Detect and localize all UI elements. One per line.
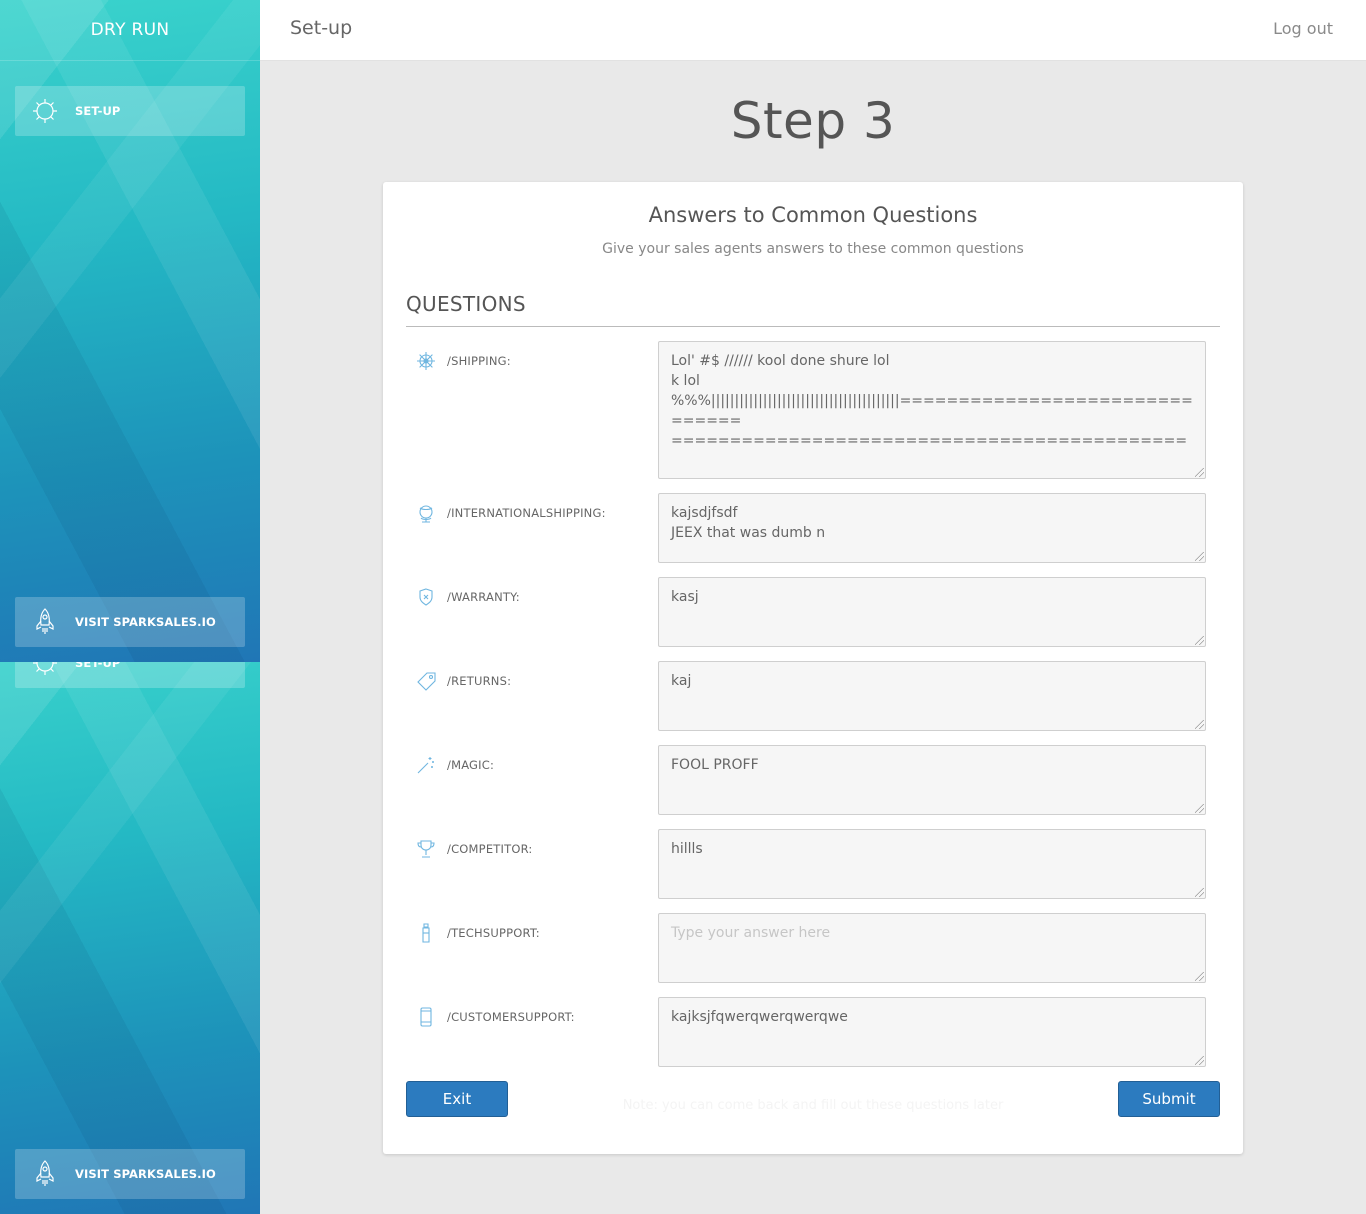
answer-field-international-shipping[interactable]: kajsdjfsdf JEEX that was dumb n [658, 493, 1206, 563]
bottle-icon [416, 923, 438, 943]
answer-field-returns[interactable]: kaj [658, 661, 1206, 731]
questions-card: Answers to Common Questions Give your sa… [383, 182, 1243, 1154]
answer-field-magic[interactable]: FOOL PROFF [658, 745, 1206, 815]
sidebar-item-label: VISIT SPARKSALES.IO [75, 1167, 216, 1181]
globe-icon [416, 503, 438, 523]
question-label-text: /WARRANTY: [447, 590, 520, 604]
rocket-icon [15, 608, 75, 636]
brand-title: DRY RUN [0, 0, 260, 61]
resize-handle[interactable] [1195, 552, 1204, 561]
answer-field-warranty[interactable]: kasj [658, 577, 1206, 647]
question-label: /MAGIC: [416, 755, 494, 775]
sidebar-item-visit-duplicate[interactable]: VISIT SPARKSALES.IO [15, 1149, 245, 1199]
magic-wand-icon [416, 755, 438, 775]
shield-icon [416, 587, 438, 607]
resize-handle[interactable] [1195, 468, 1204, 477]
question-label: /COMPETITOR: [416, 839, 532, 859]
question-label: /RETURNS: [416, 671, 511, 691]
section-divider [406, 326, 1220, 327]
answer-field-techsupport[interactable]: Type your answer here [658, 913, 1206, 983]
exit-button[interactable]: Exit [406, 1081, 508, 1117]
question-label-text: /MAGIC: [447, 758, 495, 772]
sidebar-panel: DRY RUN SET-UP VISIT SPARKSALES.IO [0, 0, 260, 662]
step-title: Step 3 [730, 92, 896, 150]
question-label-text: /TECHSUPPORT: [447, 926, 540, 940]
page-title: Set-up [290, 17, 353, 39]
tag-icon [416, 671, 438, 691]
question-label-text: /CUSTOMERSUPPORT: [447, 1010, 575, 1024]
question-label: /WARRANTY: [416, 587, 520, 607]
trophy-icon [416, 839, 438, 859]
card-title: Answers to Common Questions [648, 203, 978, 227]
question-label: /SHIPPING: [416, 351, 511, 371]
resize-handle[interactable] [1195, 804, 1204, 813]
footer-note: Note: you can come back and fill out the… [622, 1098, 1004, 1113]
resize-handle[interactable] [1195, 636, 1204, 645]
sidebar-panel-duplicate: SET-UP VISIT SPARKSALES.IO [0, 638, 260, 1214]
sidebar-item-setup[interactable]: SET-UP [15, 86, 245, 136]
sidebar-item-label: VISIT SPARKSALES.IO [75, 615, 216, 629]
phone-icon [416, 1007, 438, 1027]
question-label: /CUSTOMERSUPPORT: [416, 1007, 575, 1027]
ship-wheel-icon [416, 351, 438, 371]
answer-field-shipping[interactable]: Lol' #$ ////// kool done shure lol k lol… [658, 341, 1206, 479]
card-subtitle: Give your sales agents answers to these … [602, 241, 1024, 257]
section-heading: QUESTIONS [406, 292, 526, 316]
resize-handle[interactable] [1195, 888, 1204, 897]
submit-button[interactable]: Submit [1118, 1081, 1220, 1117]
question-label: /TECHSUPPORT: [416, 923, 540, 943]
answer-field-competitor[interactable]: hillls [658, 829, 1206, 899]
sidebar: SET-UP VISIT SPARKSALES.IO DRY RUN SET-U… [0, 0, 260, 1214]
resize-handle[interactable] [1195, 1056, 1204, 1065]
question-label: /INTERNATIONALSHIPPING: [416, 503, 606, 523]
sidebar-item-visit-sparksales[interactable]: VISIT SPARKSALES.IO [15, 597, 245, 647]
top-bar: Set-up Log out [260, 0, 1366, 61]
question-label-text: /INTERNATIONALSHIPPING: [447, 506, 606, 520]
question-label-text: /RETURNS: [447, 674, 512, 688]
logout-link[interactable]: Log out [1273, 19, 1333, 38]
sidebar-item-label: SET-UP [75, 104, 121, 118]
rocket-icon [15, 1160, 75, 1188]
resize-handle[interactable] [1195, 720, 1204, 729]
question-label-text: /COMPETITOR: [447, 842, 533, 856]
answer-field-customersupport[interactable]: kajksjfqwerqwerqwerqwe [658, 997, 1206, 1067]
gear-icon [15, 98, 75, 124]
question-label-text: /SHIPPING: [447, 354, 511, 368]
resize-handle[interactable] [1195, 972, 1204, 981]
